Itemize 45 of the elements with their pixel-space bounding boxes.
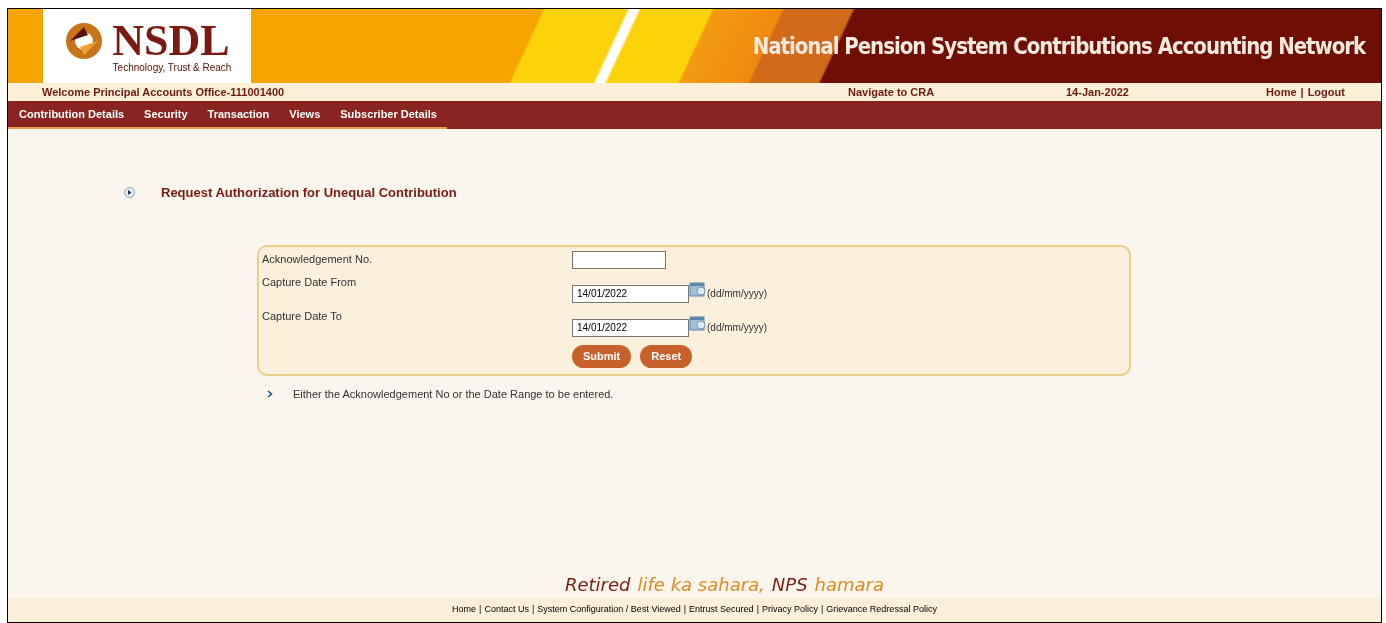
- menu-item[interactable]: Transaction: [207, 105, 270, 123]
- acknowledgement-input[interactable]: [572, 250, 666, 269]
- menu-item[interactable]: Security: [144, 105, 188, 123]
- footer-link[interactable]: System Configuration / Best Viewed: [537, 603, 681, 617]
- date-input[interactable]: 14/01/2022: [572, 318, 689, 337]
- footer-link[interactable]: Entrust Secured: [689, 603, 754, 617]
- form-button[interactable]: Submit: [572, 344, 632, 368]
- app-title: National Pension System Contributions Accounting Network: [752, 31, 1365, 61]
- header-link[interactable]: Home: [1266, 83, 1297, 101]
- logo-tagline: Technology, Trust & Reach: [112, 63, 232, 73]
- welcome-text: Welcome Principal Accounts Office-111001400: [42, 84, 286, 100]
- field-label: Capture Date To: [262, 308, 343, 324]
- separator-text: |: [756, 603, 759, 617]
- footer-link[interactable]: Grievance Redressal Policy: [826, 603, 937, 617]
- tagline-text: hamara: [814, 573, 884, 596]
- date-text: 14-Jan-2022: [1066, 84, 1130, 100]
- page-title: Request Authorization for Unequal Contribution: [161, 184, 457, 202]
- field-label: Acknowledgement No.: [262, 251, 374, 267]
- date-format-hint: (dd/mm/yyyy): [707, 286, 767, 301]
- menu-item[interactable]: Views: [289, 105, 321, 123]
- tagline-text: Retired: [564, 573, 631, 596]
- footer-link[interactable]: Home: [452, 603, 477, 617]
- logo-text: NSDL: [112, 19, 230, 63]
- separator-text: |: [532, 603, 535, 617]
- menu-item[interactable]: Subscriber Details: [340, 105, 437, 123]
- date-input[interactable]: 14/01/2022: [572, 284, 689, 303]
- separator-text: |: [479, 603, 482, 617]
- footer-link[interactable]: Contact Us: [484, 603, 529, 617]
- menu-item[interactable]: Contribution Details: [19, 105, 125, 123]
- date-format-hint: (dd/mm/yyyy): [707, 320, 767, 335]
- separator-text: |: [683, 603, 687, 617]
- tagline-text: life ka sahara,: [637, 573, 765, 596]
- calendar-icon[interactable]: [689, 280, 707, 297]
- tagline-text: NPS: [771, 573, 808, 596]
- note-text: Either the Acknowledgement No or the Date Range to be entered.: [293, 386, 614, 402]
- calendar-icon[interactable]: [689, 314, 707, 331]
- chevron-icon: [267, 389, 273, 398]
- header-link[interactable]: Logout: [1307, 83, 1345, 101]
- navigate-link[interactable]: Navigate to CRA: [848, 83, 1066, 101]
- separator-text: |: [821, 603, 824, 617]
- logo-icon: [64, 21, 105, 61]
- form-button[interactable]: Reset: [640, 344, 693, 368]
- field-label: Capture Date From: [262, 274, 358, 290]
- footer-link[interactable]: Privacy Policy: [762, 603, 818, 617]
- separator-text: |: [1300, 84, 1304, 100]
